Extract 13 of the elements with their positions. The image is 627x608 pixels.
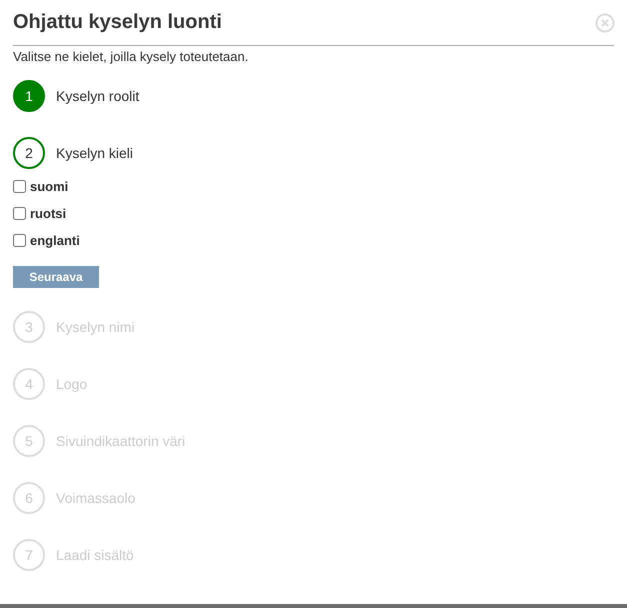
step-title: Kyselyn roolit: [56, 88, 140, 104]
language-checkbox[interactable]: [13, 207, 26, 220]
language-label: englanti: [30, 233, 80, 248]
next-button[interactable]: Seuraava: [13, 266, 99, 288]
instruction-text: Valitse ne kielet, joilla kysely toteutetaan.: [13, 49, 250, 64]
step-number: 1: [13, 80, 45, 112]
language-label: suomi: [30, 179, 68, 194]
language-checkbox[interactable]: [13, 180, 26, 193]
language-label: ruotsi: [30, 206, 66, 221]
dialog-title: Ohjattu kyselyn luonti: [13, 11, 222, 34]
step-number: 2: [13, 136, 45, 168]
step-title: Kyselyn kieli: [56, 144, 134, 160]
language-checkbox[interactable]: [13, 234, 26, 247]
